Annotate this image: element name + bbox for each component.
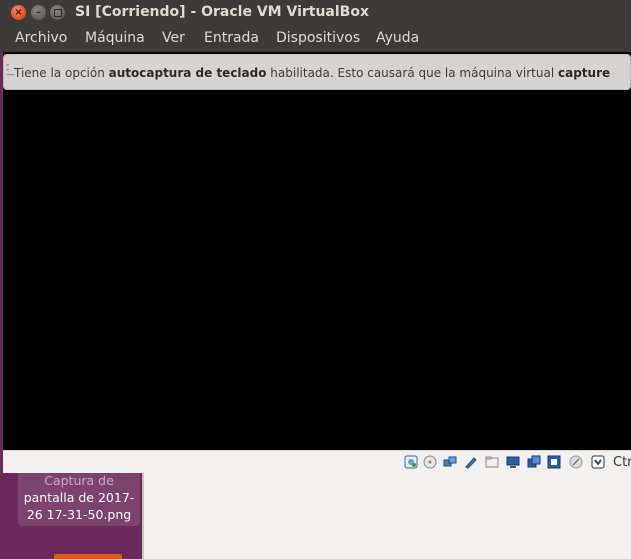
- virtualbox-window: × – SI [Corriendo] - Oracle VM VirtualBo…: [0, 0, 631, 473]
- vm-display[interactable]: [3, 52, 631, 472]
- maximize-icon: [53, 8, 62, 17]
- hard-disk-icon[interactable]: [404, 455, 418, 469]
- host-key-label: Ctr: [613, 455, 631, 470]
- desktop-file-icon[interactable]: [54, 554, 122, 559]
- menu-maquina[interactable]: Máquina: [85, 30, 145, 46]
- optical-drive-icon[interactable]: [423, 455, 437, 469]
- close-icon: ×: [14, 6, 23, 18]
- file-label-line2: pantalla de 2017-: [23, 490, 135, 505]
- notice-bold-1: autocaptura de teclado: [108, 66, 267, 80]
- window-title: SI [Corriendo] - Oracle VM VirtualBox: [75, 4, 369, 20]
- desktop-file-label[interactable]: Captura de pantalla de 2017- 26 17-31-50…: [18, 472, 140, 526]
- menu-archivo[interactable]: Archivo: [15, 30, 67, 46]
- network-icon[interactable]: [443, 455, 457, 469]
- notice-text-2: habilitada. Esto causará que la máquina …: [266, 66, 558, 80]
- minimize-button[interactable]: –: [31, 5, 46, 20]
- notice-message: Tiene la opción autocaptura de teclado h…: [14, 66, 610, 80]
- grip-icon[interactable]: -- —: [6, 61, 15, 80]
- host-key-icon[interactable]: [591, 455, 605, 469]
- mouse-integration-icon[interactable]: [569, 455, 583, 469]
- menu-bar: Archivo Máquina Ver Entrada Dispositivos…: [0, 26, 631, 52]
- usb-icon[interactable]: [464, 455, 478, 469]
- virtualization-icon[interactable]: [547, 455, 561, 469]
- video-capture-icon[interactable]: [527, 455, 541, 469]
- menu-dispositivos[interactable]: Dispositivos: [276, 30, 360, 46]
- menu-ayuda[interactable]: Ayuda: [376, 30, 419, 46]
- file-label-line1: Captura de: [44, 473, 114, 488]
- background-window: [142, 472, 631, 559]
- minimize-icon: –: [36, 6, 41, 18]
- shared-folders-icon[interactable]: [485, 455, 499, 469]
- title-bar[interactable]: × – SI [Corriendo] - Oracle VM VirtualBo…: [0, 0, 631, 26]
- close-button[interactable]: ×: [11, 5, 26, 20]
- file-label-line3: 26 17-31-50.png: [26, 507, 132, 522]
- status-bar: Ctr: [3, 450, 631, 473]
- menu-ver[interactable]: Ver: [162, 30, 185, 46]
- display-icon[interactable]: [506, 455, 520, 469]
- notice-text-1: Tiene la opción: [14, 66, 109, 80]
- keyboard-capture-notice: -- — Tiene la opción autocaptura de tecla…: [3, 54, 631, 90]
- maximize-button[interactable]: [50, 5, 65, 20]
- notice-bold-2: capture: [557, 66, 611, 80]
- menu-entrada[interactable]: Entrada: [204, 30, 259, 46]
